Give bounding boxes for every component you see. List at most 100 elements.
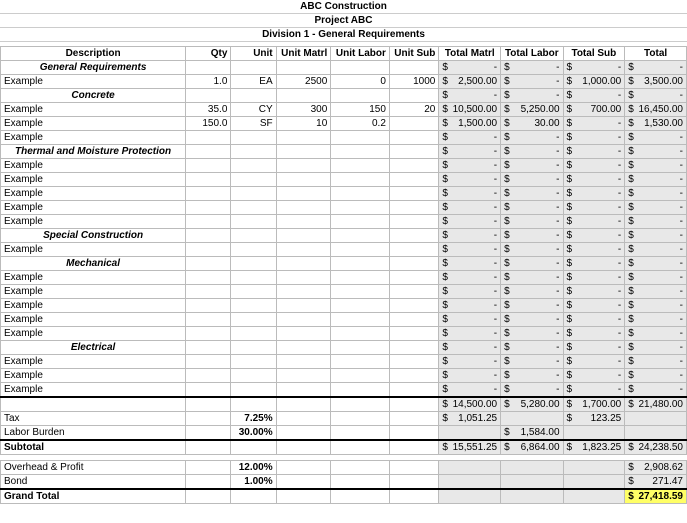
qty-cell[interactable] [186, 313, 231, 327]
unit-labor-cell[interactable] [331, 187, 390, 201]
unit-sub-cell[interactable] [389, 383, 438, 398]
pct[interactable]: 12.00% [231, 461, 276, 475]
qty-cell[interactable] [186, 131, 231, 145]
description-cell[interactable]: Example [1, 117, 186, 131]
unit-labor-cell[interactable] [331, 201, 390, 215]
unit-sub-cell[interactable] [389, 285, 438, 299]
unit-cell[interactable] [231, 299, 276, 313]
unit-sub-cell[interactable]: 1000 [389, 75, 438, 89]
description-cell[interactable]: Example [1, 243, 186, 257]
unit-sub-cell[interactable] [389, 313, 438, 327]
description-cell[interactable]: Example [1, 285, 186, 299]
unit-sub-cell[interactable] [389, 173, 438, 187]
unit-matrl-cell[interactable] [276, 285, 331, 299]
unit-labor-cell[interactable] [331, 299, 390, 313]
unit-labor-cell[interactable] [331, 369, 390, 383]
description-cell[interactable]: Example [1, 215, 186, 229]
qty-cell[interactable] [186, 187, 231, 201]
unit-sub-cell[interactable] [389, 243, 438, 257]
unit-matrl-cell[interactable]: 2500 [276, 75, 331, 89]
qty-cell[interactable]: 1.0 [186, 75, 231, 89]
unit-matrl-cell[interactable] [276, 271, 331, 285]
description-cell[interactable]: Example [1, 103, 186, 117]
unit-labor-cell[interactable] [331, 355, 390, 369]
unit-sub-cell[interactable] [389, 201, 438, 215]
qty-cell[interactable] [186, 215, 231, 229]
qty-cell[interactable] [186, 271, 231, 285]
unit-sub-cell[interactable] [389, 187, 438, 201]
description-cell[interactable]: Example [1, 201, 186, 215]
unit-cell[interactable] [231, 187, 276, 201]
description-cell[interactable]: Example [1, 369, 186, 383]
unit-cell[interactable] [231, 131, 276, 145]
pct[interactable] [231, 397, 276, 412]
unit-labor-cell[interactable] [331, 215, 390, 229]
unit-sub-cell[interactable] [389, 131, 438, 145]
unit-matrl-cell[interactable] [276, 355, 331, 369]
unit-cell[interactable] [231, 369, 276, 383]
qty-cell[interactable] [186, 173, 231, 187]
description-cell[interactable]: Example [1, 271, 186, 285]
unit-sub-cell[interactable] [389, 215, 438, 229]
unit-cell[interactable] [231, 327, 276, 341]
qty-cell[interactable] [186, 327, 231, 341]
unit-labor-cell[interactable] [331, 243, 390, 257]
unit-sub-cell[interactable]: 20 [389, 103, 438, 117]
unit-labor-cell[interactable] [331, 173, 390, 187]
unit-labor-cell[interactable] [331, 383, 390, 398]
qty-cell[interactable] [186, 355, 231, 369]
pct[interactable] [231, 440, 276, 455]
unit-cell[interactable] [231, 201, 276, 215]
qty-cell[interactable] [186, 159, 231, 173]
unit-cell[interactable]: SF [231, 117, 276, 131]
qty-cell[interactable] [186, 243, 231, 257]
unit-cell[interactable] [231, 355, 276, 369]
description-cell[interactable]: Example [1, 355, 186, 369]
pct[interactable] [231, 489, 276, 504]
unit-matrl-cell[interactable] [276, 173, 331, 187]
unit-matrl-cell[interactable] [276, 299, 331, 313]
qty-cell[interactable] [186, 285, 231, 299]
qty-cell[interactable] [186, 201, 231, 215]
unit-matrl-cell[interactable] [276, 383, 331, 398]
unit-sub-cell[interactable] [389, 271, 438, 285]
unit-sub-cell[interactable] [389, 355, 438, 369]
qty-cell[interactable] [186, 369, 231, 383]
unit-labor-cell[interactable] [331, 131, 390, 145]
pct[interactable]: 7.25% [231, 412, 276, 426]
unit-matrl-cell[interactable] [276, 131, 331, 145]
description-cell[interactable]: Example [1, 75, 186, 89]
unit-sub-cell[interactable] [389, 117, 438, 131]
description-cell[interactable]: Example [1, 187, 186, 201]
unit-matrl-cell[interactable] [276, 201, 331, 215]
unit-labor-cell[interactable] [331, 271, 390, 285]
description-cell[interactable]: Example [1, 299, 186, 313]
unit-matrl-cell[interactable]: 10 [276, 117, 331, 131]
unit-cell[interactable] [231, 383, 276, 398]
qty-cell[interactable] [186, 299, 231, 313]
unit-matrl-cell[interactable] [276, 215, 331, 229]
description-cell[interactable]: Example [1, 327, 186, 341]
unit-labor-cell[interactable] [331, 327, 390, 341]
unit-sub-cell[interactable] [389, 327, 438, 341]
description-cell[interactable]: Example [1, 159, 186, 173]
description-cell[interactable]: Example [1, 383, 186, 398]
unit-sub-cell[interactable] [389, 299, 438, 313]
unit-sub-cell[interactable] [389, 369, 438, 383]
unit-labor-cell[interactable] [331, 285, 390, 299]
unit-matrl-cell[interactable]: 300 [276, 103, 331, 117]
unit-matrl-cell[interactable] [276, 243, 331, 257]
unit-cell[interactable] [231, 285, 276, 299]
unit-cell[interactable] [231, 313, 276, 327]
unit-labor-cell[interactable] [331, 159, 390, 173]
unit-cell[interactable] [231, 215, 276, 229]
unit-labor-cell[interactable] [331, 313, 390, 327]
unit-labor-cell[interactable]: 0.2 [331, 117, 390, 131]
description-cell[interactable]: Example [1, 173, 186, 187]
unit-cell[interactable] [231, 271, 276, 285]
pct[interactable]: 30.00% [231, 426, 276, 441]
unit-cell[interactable] [231, 243, 276, 257]
unit-matrl-cell[interactable] [276, 327, 331, 341]
unit-matrl-cell[interactable] [276, 369, 331, 383]
unit-cell[interactable] [231, 159, 276, 173]
